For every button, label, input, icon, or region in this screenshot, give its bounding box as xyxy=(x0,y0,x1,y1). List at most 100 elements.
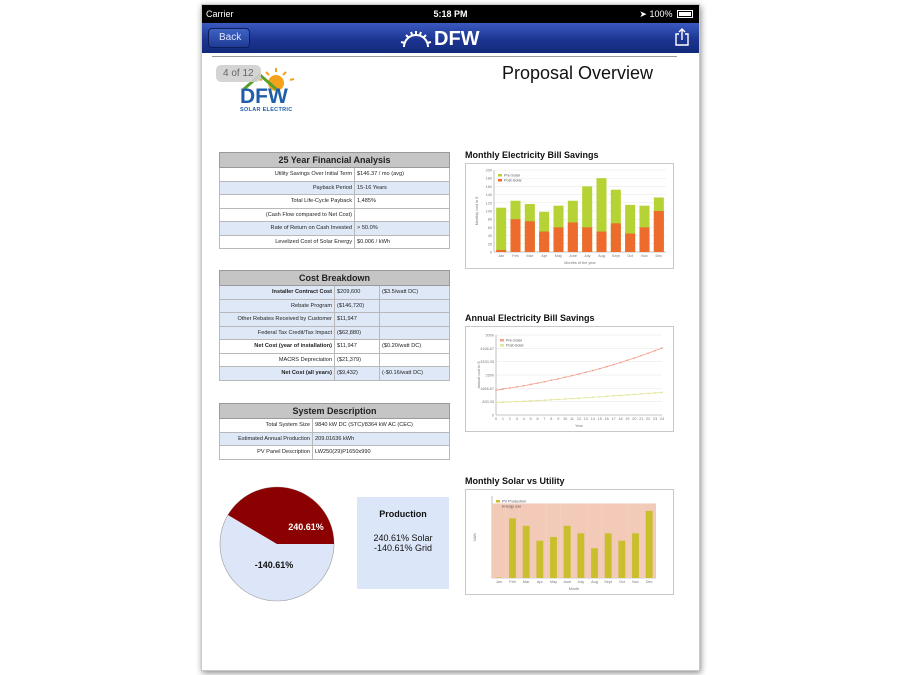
x-tick-label: Dec xyxy=(655,254,662,258)
pv-production-bar xyxy=(604,533,612,578)
y-tick-label: 180 xyxy=(486,177,492,181)
y-tick-label: 5000 xyxy=(486,334,494,338)
x-tick-label: 11 xyxy=(570,417,574,421)
sun-burst-icon xyxy=(400,31,432,48)
x-tick-label: Oct xyxy=(619,580,626,584)
system-description-table: System Description Total System Size 9840… xyxy=(219,403,450,460)
cost-title: Cost Breakdown xyxy=(219,270,450,286)
data-point xyxy=(619,394,622,397)
data-point xyxy=(598,367,601,370)
x-tick-label: Jan xyxy=(496,580,502,584)
x-tick-label: 13 xyxy=(584,417,588,421)
data-point xyxy=(647,392,650,395)
y-tick-label: 160 xyxy=(486,185,492,189)
data-point xyxy=(550,379,553,382)
x-tick-label: 24 xyxy=(660,417,664,421)
pv-production-bar xyxy=(536,540,544,578)
x-tick-label: Sept xyxy=(604,580,613,584)
data-point xyxy=(598,395,601,398)
x-tick-label: Feb xyxy=(509,580,516,584)
solar-vs-utility-chart: kWh Month Jan Feb Mar Apr May June July Aug Sept Oc… xyxy=(465,489,674,595)
x-tick-label: Feb xyxy=(512,254,519,258)
x-tick-label: 17 xyxy=(611,417,615,421)
cost-row-label: Rebate Program xyxy=(219,298,335,313)
legend-label: Post-Solar xyxy=(506,344,524,348)
energy-use-bar xyxy=(492,503,506,578)
x-tick-label: 7 xyxy=(543,417,545,421)
data-point xyxy=(585,396,587,399)
data-point xyxy=(661,347,663,350)
cost-row-label: Federal Tax Credit/Tax Impact xyxy=(219,325,335,340)
data-point xyxy=(557,398,560,401)
data-point xyxy=(515,385,518,388)
data-point xyxy=(640,354,643,357)
financial-analysis-table: 25 Year Financial Analysis Utility Savin… xyxy=(219,152,450,249)
nav-logo-text: DFW xyxy=(434,28,480,50)
y-axis-label: Annual cost in $ xyxy=(477,361,481,389)
system-row-value: 9840 kW DC (STC)/8364 kW AC (CEC) xyxy=(312,418,450,433)
x-tick-label: Mar xyxy=(527,254,534,258)
data-point xyxy=(502,388,504,390)
data-point xyxy=(605,395,608,398)
y-tick-label: 2500 xyxy=(486,374,494,378)
bar xyxy=(553,227,564,252)
y-tick-label: 0 xyxy=(490,251,492,255)
bar xyxy=(567,222,578,252)
x-tick-label: 5 xyxy=(530,417,532,421)
data-point xyxy=(626,359,629,362)
x-tick-label: 6 xyxy=(536,417,538,421)
x-tick-label: May xyxy=(555,254,562,258)
data-point xyxy=(647,352,650,355)
pv-production-bar xyxy=(645,510,653,578)
cost-row-label: MACRS Depreciation xyxy=(219,352,335,367)
y-tick-label: 40 xyxy=(488,234,492,238)
production-title: Production xyxy=(379,509,427,519)
y-tick-label: 80 xyxy=(488,218,492,222)
system-title: System Description xyxy=(219,403,450,419)
bar xyxy=(653,211,664,252)
page-title: Proposal Overview xyxy=(502,63,654,83)
x-tick-label: 3 xyxy=(516,417,518,421)
x-tick-label: July xyxy=(577,580,584,584)
x-tick-label: 18 xyxy=(618,417,622,421)
cost-row-value: ($146,720) xyxy=(334,298,380,313)
x-tick-label: Oct xyxy=(627,254,634,258)
data-point xyxy=(605,365,608,368)
production-grid: -140.61% Grid xyxy=(373,543,433,553)
y-tick-label: 1666.67 xyxy=(480,387,494,391)
data-point xyxy=(585,371,587,374)
bar xyxy=(510,219,521,252)
y-tick-label: 20 xyxy=(488,242,492,246)
battery-icon xyxy=(677,10,693,18)
data-point xyxy=(578,373,580,375)
x-tick-label: 15 xyxy=(598,417,602,421)
system-row-label: PV Panel Description xyxy=(219,445,313,460)
data-point xyxy=(529,383,532,386)
share-button[interactable] xyxy=(675,28,689,51)
pv-production-bar xyxy=(522,525,530,578)
cost-row-label: Net Cost (year of installation) xyxy=(219,339,335,354)
data-point xyxy=(633,393,636,396)
x-axis-label: Month xyxy=(569,587,580,591)
data-point xyxy=(564,398,567,400)
y-tick-label: 833.33 xyxy=(482,400,494,404)
x-tick-label: 22 xyxy=(646,417,650,421)
data-point xyxy=(633,357,636,359)
cost-row-note xyxy=(379,298,450,313)
x-tick-label: 1 xyxy=(502,417,504,421)
logo-subtext: SOLAR ELECTRIC xyxy=(240,107,293,113)
cost-row-note: (-$0.16/watt DC) xyxy=(379,366,450,381)
x-tick-label: Apr xyxy=(541,254,548,258)
x-tick-label: July xyxy=(584,254,591,258)
pie-solar-label: 240.61% xyxy=(288,522,324,532)
x-tick-label: 19 xyxy=(625,417,629,421)
cost-row-label: Installer Contract Cost xyxy=(219,285,335,300)
back-button[interactable]: Back xyxy=(208,28,251,48)
bar xyxy=(625,233,636,252)
cost-row-value: ($9,432) xyxy=(334,366,380,381)
financial-row-label: Rate of Return on Cash Invested xyxy=(219,221,355,236)
y-tick-label: 100 xyxy=(486,210,492,214)
legend-swatch xyxy=(500,339,504,342)
x-tick-label: Aug xyxy=(598,254,605,258)
y-tick-label: 200 xyxy=(486,169,492,173)
